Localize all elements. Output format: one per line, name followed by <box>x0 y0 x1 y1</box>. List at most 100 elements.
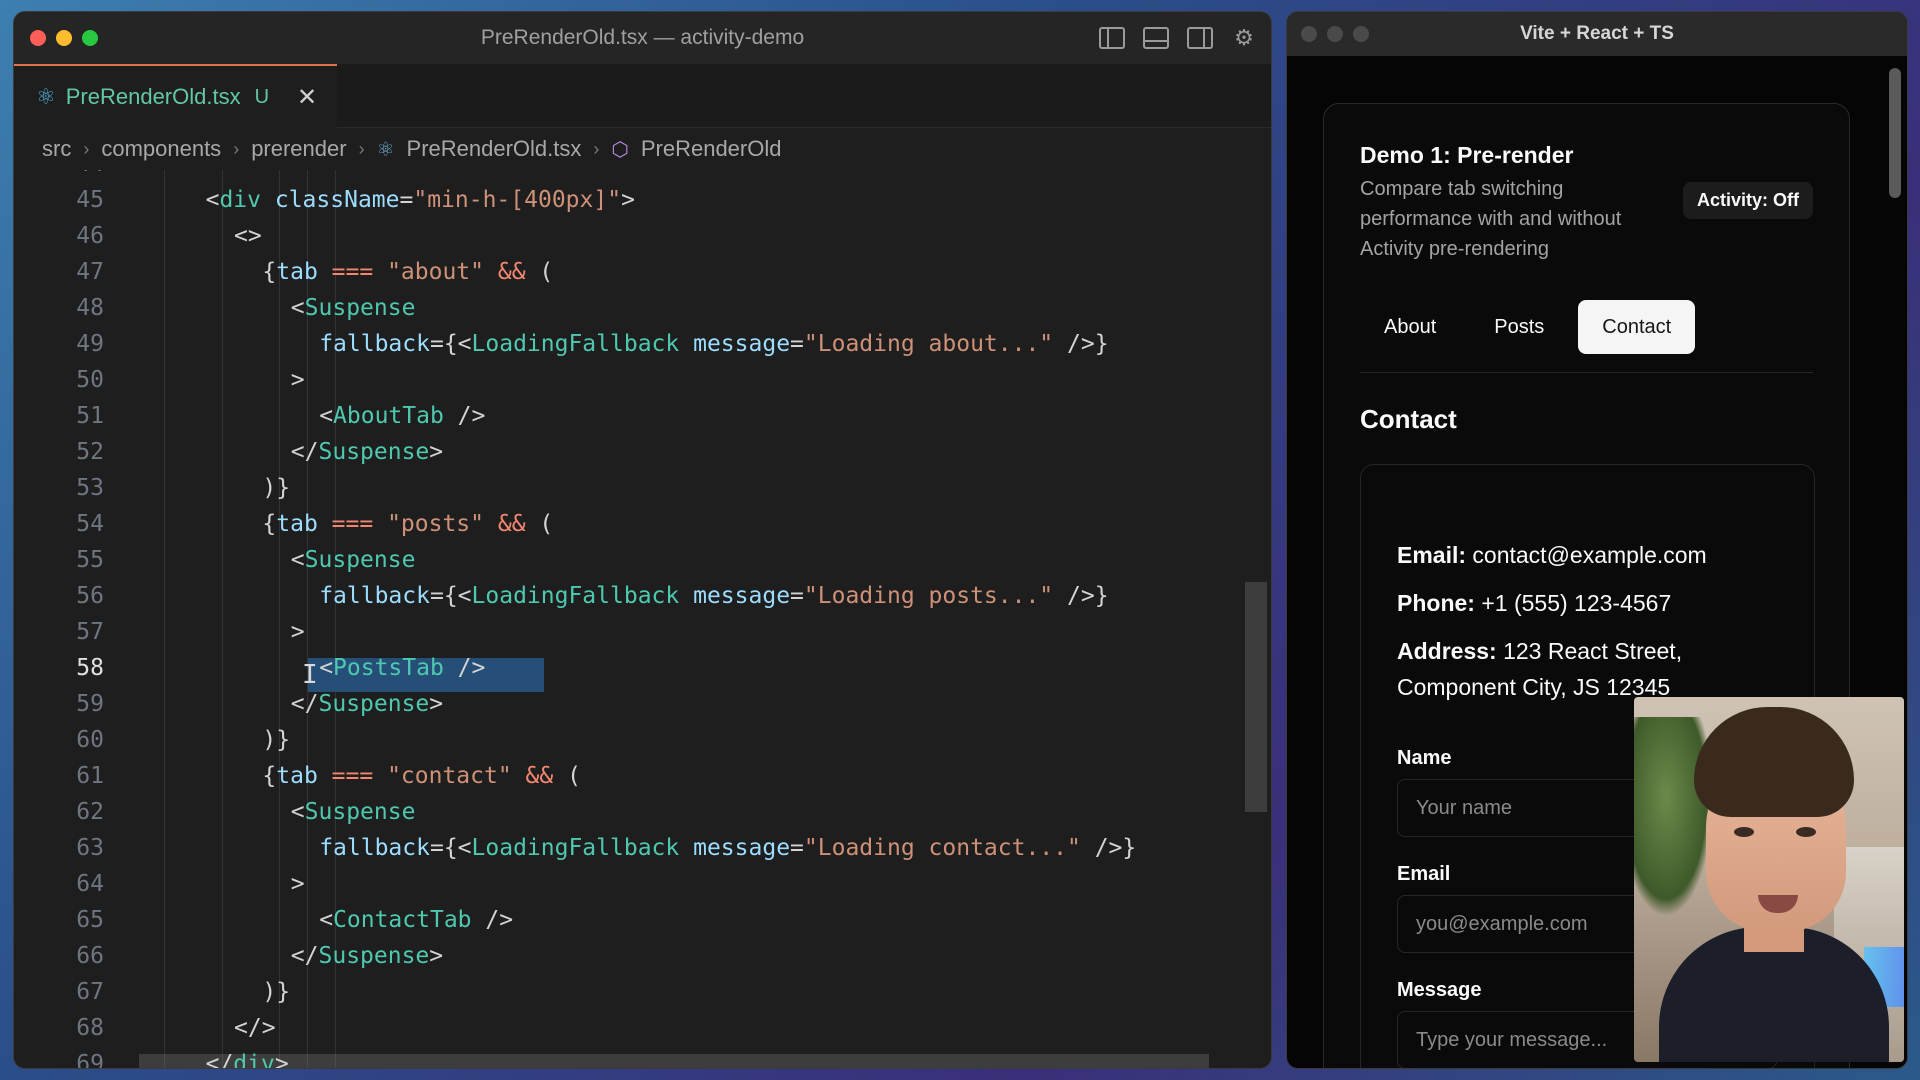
window-controls <box>1301 26 1369 42</box>
code-line[interactable]: 64 > <box>14 866 1254 902</box>
line-number: 46 <box>76 223 104 249</box>
code-line[interactable]: 47 {tab === "about" && ( <box>14 254 1254 290</box>
demo-title: Demo 1: Pre-render <box>1360 142 1574 168</box>
code-line[interactable]: 67)} <box>14 974 1254 1010</box>
address-line-2: Component City, JS 12345 <box>1397 674 1671 700</box>
line-number: 60 <box>76 727 104 753</box>
code-line[interactable]: 44 <box>14 170 1254 182</box>
section-title: Contact <box>1360 404 1457 434</box>
code-line[interactable]: 45 <div className="min-h-[400px]"> <box>14 182 1254 218</box>
line-number: 63 <box>76 835 104 861</box>
code-line[interactable]: 50 > <box>14 362 1254 398</box>
phone-value: +1 (555) 123-4567 <box>1481 590 1672 616</box>
cube-icon: ⬡ <box>611 138 629 161</box>
code-line[interactable]: 53)} <box>14 470 1254 506</box>
code-line[interactable]: 68 </> <box>14 1010 1254 1046</box>
line-number: 51 <box>76 403 104 429</box>
code-line[interactable]: 59 </Suspense> <box>14 686 1254 722</box>
presenter-hair <box>1694 707 1854 817</box>
react-atom-icon: ⚛ <box>36 84 56 109</box>
layout-controls: ⚙ <box>1097 24 1259 52</box>
name-label: Name <box>1397 747 1452 769</box>
address-line-1: 123 React Street, <box>1503 638 1683 664</box>
code-text: <div className="min-h-[400px]"> <box>205 187 635 213</box>
code-text: )} <box>262 727 291 753</box>
email-field-label: Email <box>1397 863 1451 885</box>
code-text: fallback={<LoadingFallback message="Load… <box>319 583 1109 609</box>
code-area[interactable]: I 4445<div className="min-h-[400px]">46<… <box>14 170 1271 1069</box>
breadcrumb-symbol[interactable]: PreRenderOld <box>641 136 782 162</box>
editor-tab-prerenderold[interactable]: ⚛ PreRenderOld.tsx U ✕ <box>14 64 337 128</box>
close-tab-icon[interactable]: ✕ <box>297 83 317 112</box>
code-line[interactable]: 58 <PostsTab /> <box>14 650 1254 686</box>
chevron-right-icon: › <box>358 138 365 159</box>
tab-contact[interactable]: Contact <box>1578 300 1696 354</box>
email-value: contact@example.com <box>1472 542 1707 568</box>
code-text: > <box>290 367 305 393</box>
minimize-window-button[interactable] <box>56 30 72 46</box>
code-text: <> <box>234 223 262 249</box>
breadcrumb-file[interactable]: PreRenderOld.tsx <box>407 136 582 162</box>
code-line[interactable]: 54 {tab === "posts" && ( <box>14 506 1254 542</box>
panel-bottom-icon[interactable] <box>1141 24 1171 52</box>
breadcrumb-components[interactable]: components <box>101 136 221 162</box>
code-line[interactable]: 46 <> <box>14 218 1254 254</box>
minimize-window-button[interactable] <box>1327 26 1343 42</box>
code-line[interactable]: 52 </Suspense> <box>14 434 1254 470</box>
code-line[interactable]: 48 <Suspense <box>14 290 1254 326</box>
code-text: </Suspense> <box>290 439 444 465</box>
code-line[interactable]: 60)} <box>14 722 1254 758</box>
code-line[interactable]: 51 <AboutTab /> <box>14 398 1254 434</box>
code-line[interactable]: 55 <Suspense <box>14 542 1254 578</box>
line-number: 65 <box>76 907 104 933</box>
sidebar-left-icon[interactable] <box>1097 24 1127 52</box>
code-line[interactable]: 63 fallback={<LoadingFallback message="Lo… <box>14 830 1254 866</box>
close-window-button[interactable] <box>1301 26 1317 42</box>
close-window-button[interactable] <box>30 30 46 46</box>
code-line[interactable]: 62 <Suspense <box>14 794 1254 830</box>
message-label: Message <box>1397 979 1482 1001</box>
breadcrumb-src[interactable]: src <box>42 136 71 162</box>
code-text: <Suspense <box>290 547 416 573</box>
editor-titlebar: PreRenderOld.tsx — activity-demo ⚙ <box>14 12 1271 64</box>
code-text: <AboutTab /> <box>319 403 486 429</box>
divider <box>1360 372 1813 373</box>
maximize-window-button[interactable] <box>1353 26 1369 42</box>
code-text: </> <box>234 1015 276 1041</box>
code-text: {tab === "posts" && ( <box>262 511 554 537</box>
address-label: Address: <box>1397 638 1497 664</box>
line-number: 54 <box>76 511 104 537</box>
code-editor-window: PreRenderOld.tsx — activity-demo ⚙ ⚛ Pre… <box>13 11 1272 1069</box>
chevron-right-icon: › <box>233 138 240 159</box>
line-number: 68 <box>76 1015 104 1041</box>
sidebar-right-icon[interactable] <box>1185 24 1215 52</box>
code-text: > <box>290 619 305 645</box>
line-number: 67 <box>76 979 104 1005</box>
code-line[interactable]: 66 </Suspense> <box>14 938 1254 974</box>
code-text: </div> <box>205 1051 289 1069</box>
code-text: fallback={<LoadingFallback message="Load… <box>319 835 1137 861</box>
browser-titlebar: Vite + React + TS <box>1287 12 1907 56</box>
tab-posts[interactable]: Posts <box>1470 300 1568 354</box>
line-number: 55 <box>76 547 104 573</box>
presenter-brow <box>1790 809 1824 816</box>
code-line[interactable]: 61 {tab === "contact" && ( <box>14 758 1254 794</box>
line-number: 61 <box>76 763 104 789</box>
code-text: </Suspense> <box>290 943 444 969</box>
tab-about[interactable]: About <box>1360 300 1460 354</box>
email-info: Email: contact@example.com <box>1397 537 1707 573</box>
code-text: {tab === "about" && ( <box>262 259 554 285</box>
maximize-window-button[interactable] <box>82 30 98 46</box>
code-line[interactable]: 65 <ContactTab /> <box>14 902 1254 938</box>
code-line[interactable]: 57 > <box>14 614 1254 650</box>
page-scrollbar[interactable] <box>1889 68 1901 198</box>
gear-icon[interactable]: ⚙ <box>1229 24 1259 52</box>
code-text: <ContactTab /> <box>319 907 514 933</box>
code-line[interactable]: 69 </div> <box>14 1046 1254 1069</box>
code-line[interactable]: 56 fallback={<LoadingFallback message="Lo… <box>14 578 1254 614</box>
editor-tabbar: ⚛ PreRenderOld.tsx U ✕ <box>14 64 1271 128</box>
activity-status-badge[interactable]: Activity: Off <box>1682 182 1813 219</box>
breadcrumb-prerender[interactable]: prerender <box>251 136 346 162</box>
code-line[interactable]: 49 fallback={<LoadingFallback message="Lo… <box>14 326 1254 362</box>
line-number: 64 <box>76 871 104 897</box>
